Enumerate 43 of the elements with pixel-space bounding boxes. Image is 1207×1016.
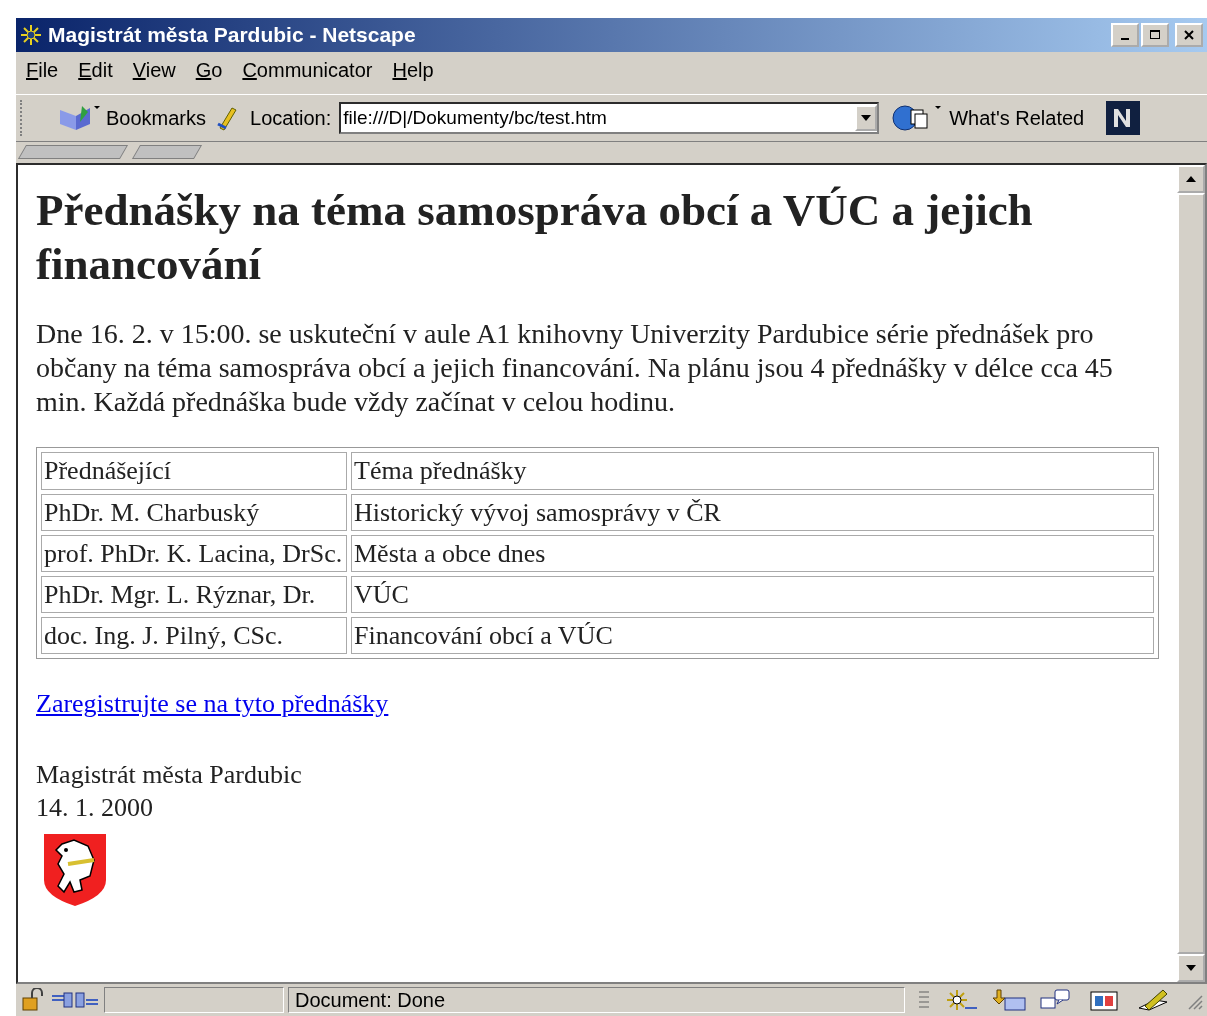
menu-item[interactable]: Communicator <box>242 58 373 82</box>
table-cell: Historický vývoj samosprávy v ČR <box>351 493 1154 531</box>
table-cell: prof. PhDr. K. Lacina, DrSc. <box>41 534 347 573</box>
window-title: Magistrát města Pardubic - Netscape <box>48 23 417 47</box>
padlock-icon <box>20 988 46 1012</box>
menu-item[interactable]: File <box>26 58 59 82</box>
table-cell: VÚC <box>351 576 1154 614</box>
whats-related-button[interactable]: What's Related <box>891 102 1085 134</box>
table-header-cell: Téma přednášky <box>351 452 1154 490</box>
menu-item[interactable]: Go <box>195 58 223 82</box>
table-header-cell: Přednášející <box>41 452 347 490</box>
star-logo-icon <box>20 24 42 46</box>
table-cell: PhDr. M. Charbuský <box>41 493 347 531</box>
minimize-button[interactable] <box>1111 23 1139 47</box>
status-text: Document: Done <box>288 987 905 1013</box>
bookmarks-button[interactable]: Bookmarks <box>56 102 207 134</box>
table-cell: PhDr. Mgr. L. Rýznar, Dr. <box>41 576 347 614</box>
table-cell: Financování obcí a VÚC <box>351 617 1154 655</box>
n-logo-icon <box>1106 101 1141 135</box>
signature-text: Magistrát města Pardubic <box>36 759 303 792</box>
close-button[interactable] <box>1175 23 1203 47</box>
register-link[interactable]: Zaregistrujte se na tyto přednášky <box>36 689 389 720</box>
collapsed-toolbar-tab[interactable] <box>17 145 129 159</box>
minimize-icon <box>1121 38 1129 40</box>
menu-item[interactable]: Edit <box>78 58 113 82</box>
intro-paragraph: Dne 16. 2. v 15:00. se uskuteční v aule A1 knihovny Univerzity Pardubice série přednášek pro občany na téma samospráva obcí a jejich financování. Na plánu jsou 4 přednášky v délce cca 45 min. Každá přednáška bude vždy začínat v celou hodinu. <box>36 317 1114 420</box>
maximize-button[interactable] <box>1141 23 1169 47</box>
collapsed-toolbar-tab[interactable] <box>131 145 203 159</box>
page-heading: Přednášky na téma samospráva obcí a VÚC a jejich financování <box>36 184 1034 291</box>
table-cell: Města a obce dnes <box>351 534 1154 573</box>
maximize-icon <box>1149 29 1161 41</box>
inbox-icon[interactable] <box>991 988 1027 1012</box>
plug-icon <box>50 990 100 1010</box>
menu-item[interactable]: Help <box>392 58 434 82</box>
table-cell: doc. Ing. J. Pilný, CSc. <box>41 617 347 655</box>
scroll-down-icon[interactable] <box>1186 965 1196 971</box>
close-icon <box>1183 29 1195 41</box>
location-label: Location: <box>250 106 332 130</box>
location-field[interactable]: file:///D|/Dokumenty/bc/test.htm <box>339 102 880 134</box>
coat-of-arms-icon <box>44 834 106 907</box>
scroll-up-icon[interactable] <box>1186 176 1196 182</box>
menu-item[interactable]: View <box>132 58 176 82</box>
date-text: 14. 1. 2000 <box>36 791 154 824</box>
